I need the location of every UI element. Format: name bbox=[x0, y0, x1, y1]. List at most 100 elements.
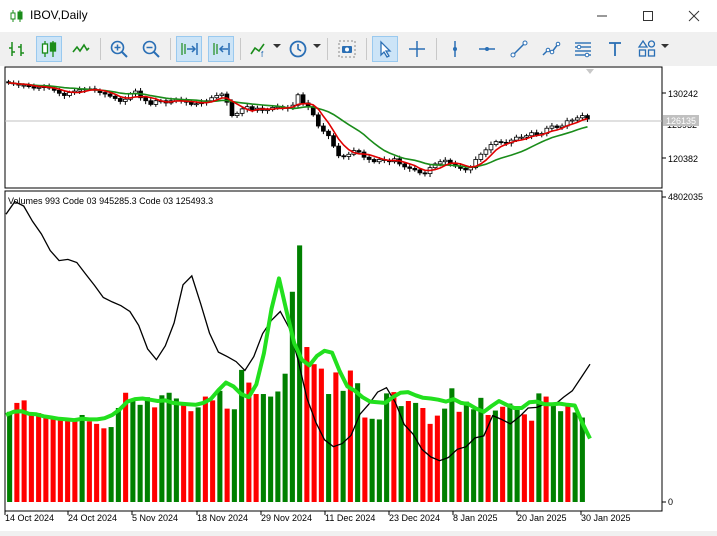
volume-bar bbox=[72, 419, 78, 502]
candle-body bbox=[107, 93, 113, 97]
volume-bar bbox=[65, 418, 71, 502]
volume-bar bbox=[188, 411, 194, 502]
volume-bar bbox=[181, 403, 187, 502]
candle-body bbox=[148, 100, 154, 105]
candle-body bbox=[112, 95, 118, 99]
line-chart-icon bbox=[72, 43, 90, 53]
price-axis: 130242 120382 125932 126135 bbox=[662, 89, 699, 164]
candle-body bbox=[519, 136, 524, 139]
shapes-button[interactable] bbox=[634, 36, 660, 62]
time-label: 30 Jan 2025 bbox=[581, 513, 631, 523]
current-price-label: 126135 bbox=[666, 116, 696, 126]
candle-body bbox=[580, 115, 585, 119]
candle-body bbox=[437, 161, 443, 165]
time-label: 8 Jan 2025 bbox=[453, 513, 498, 523]
volume-bar bbox=[420, 407, 426, 502]
chart-shift-button[interactable] bbox=[208, 36, 234, 62]
candle-body bbox=[569, 119, 575, 122]
maximize-icon bbox=[643, 11, 653, 21]
volume-bar bbox=[152, 407, 158, 502]
volume-bar bbox=[463, 401, 469, 502]
zoom-in-button[interactable] bbox=[106, 36, 132, 62]
volume-bar bbox=[57, 417, 63, 502]
volume-bar bbox=[210, 400, 216, 502]
volume-bar bbox=[507, 403, 513, 502]
volume-bar bbox=[7, 411, 13, 502]
volume-bar bbox=[536, 393, 542, 502]
autoscroll-button[interactable] bbox=[176, 36, 202, 62]
vertical-line-icon bbox=[453, 41, 457, 57]
volume-bar bbox=[94, 423, 100, 502]
volume-bar bbox=[275, 391, 281, 502]
minimize-button[interactable] bbox=[579, 0, 625, 32]
volume-bar bbox=[115, 407, 121, 502]
candle-body bbox=[376, 159, 382, 163]
candle-body bbox=[239, 108, 245, 114]
close-button[interactable] bbox=[671, 0, 717, 32]
volume-bar bbox=[456, 411, 462, 502]
chart-area[interactable]: Volumes 993 Code 03 945285.3 Code 03 125… bbox=[0, 66, 717, 531]
candle-body bbox=[209, 97, 214, 102]
candle-body bbox=[498, 141, 504, 144]
periodicity-dropdown-icon[interactable] bbox=[313, 44, 321, 48]
zoom-out-button[interactable] bbox=[138, 36, 164, 62]
fibonacci-button[interactable] bbox=[570, 36, 596, 62]
candle-body bbox=[463, 168, 468, 171]
volume-bar bbox=[260, 394, 266, 502]
chart-toolbar: f bbox=[0, 32, 717, 67]
clock-icon bbox=[289, 40, 307, 58]
line-chart-button[interactable] bbox=[68, 36, 94, 62]
maximize-button[interactable] bbox=[625, 0, 671, 32]
candle-body bbox=[62, 92, 67, 96]
indicators-button[interactable]: f bbox=[246, 36, 272, 62]
volume-bar bbox=[166, 392, 172, 502]
vertical-line-button[interactable] bbox=[442, 36, 468, 62]
volume-bar bbox=[159, 395, 165, 502]
trend-line-icon bbox=[510, 40, 528, 58]
volume-bar bbox=[340, 390, 346, 502]
volume-bar bbox=[239, 369, 245, 502]
candle-body bbox=[331, 135, 336, 147]
candle-body bbox=[117, 98, 123, 102]
time-label: 5 Nov 2024 bbox=[132, 513, 178, 523]
volume-bar bbox=[318, 368, 324, 502]
volume-bar bbox=[173, 398, 179, 502]
candle-body bbox=[346, 153, 352, 157]
volume-panel-label: Volumes 993 Code 03 945285.3 Code 03 125… bbox=[8, 196, 213, 206]
volume-bar bbox=[253, 394, 259, 502]
candle-body bbox=[77, 89, 82, 92]
screenshot-button[interactable] bbox=[334, 36, 360, 62]
volume-bar bbox=[492, 410, 498, 502]
cursor-button[interactable] bbox=[372, 36, 398, 62]
candle-body bbox=[366, 156, 372, 160]
candle-body bbox=[31, 86, 37, 89]
equidistant-channel-button[interactable] bbox=[538, 36, 564, 62]
volume-bar bbox=[130, 400, 136, 502]
periodicity-button[interactable] bbox=[285, 36, 311, 62]
indicators-dropdown-icon[interactable] bbox=[273, 44, 281, 48]
shapes-dropdown-icon[interactable] bbox=[661, 44, 669, 48]
trend-line-button[interactable] bbox=[506, 36, 532, 62]
candle-body bbox=[478, 153, 484, 160]
candle-body bbox=[442, 159, 448, 163]
candle-body bbox=[56, 89, 62, 94]
autoscroll-icon bbox=[181, 43, 198, 55]
horizontal-line-button[interactable] bbox=[474, 36, 500, 62]
candle-body bbox=[102, 92, 108, 95]
volume-bar bbox=[521, 414, 527, 502]
volume-bar bbox=[558, 411, 564, 502]
candle-body bbox=[422, 172, 428, 175]
candlestick-button[interactable] bbox=[36, 36, 62, 62]
horizontal-line-icon bbox=[479, 47, 495, 51]
candle-body bbox=[194, 103, 199, 106]
window-title: IBOV,Daily bbox=[30, 8, 88, 22]
candle-body bbox=[67, 92, 72, 96]
text-button[interactable] bbox=[602, 36, 628, 62]
time-label: 20 Jan 2025 bbox=[517, 513, 567, 523]
new-order-button[interactable] bbox=[4, 36, 30, 62]
crosshair-button[interactable] bbox=[404, 36, 430, 62]
candle-body bbox=[234, 112, 240, 117]
cursor-icon bbox=[380, 40, 392, 58]
chart-canvas[interactable]: Volumes 993 Code 03 945285.3 Code 03 125… bbox=[0, 66, 717, 531]
time-axis: 14 Oct 2024 24 Oct 2024 5 Nov 2024 18 Nov 2… bbox=[4, 511, 631, 523]
